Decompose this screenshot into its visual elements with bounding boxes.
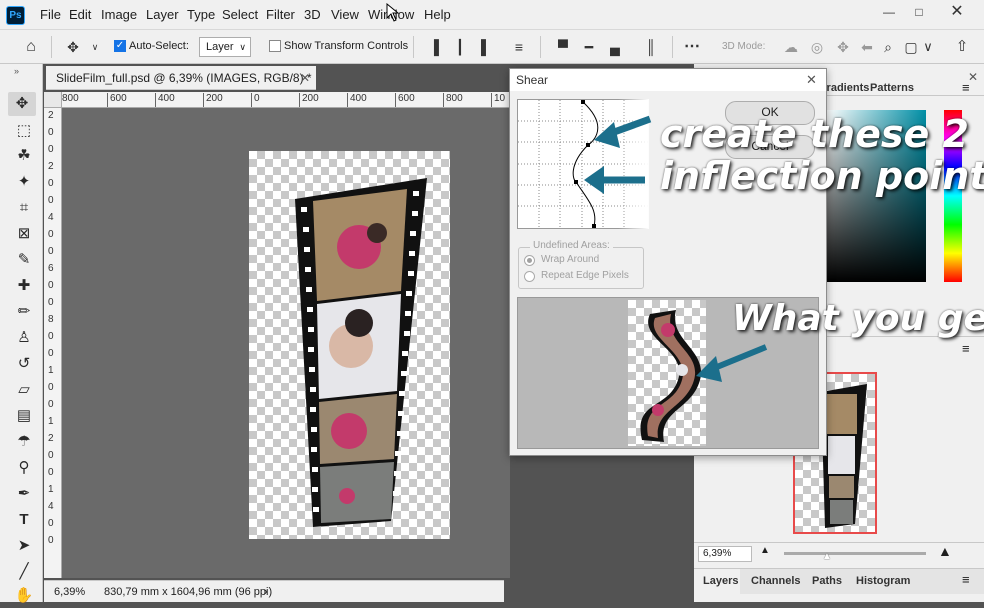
annotation-line-1: create these 2 bbox=[660, 112, 969, 156]
annotation-line-2: inflection points bbox=[660, 154, 984, 198]
annotation-result: What you get bbox=[732, 298, 984, 339]
